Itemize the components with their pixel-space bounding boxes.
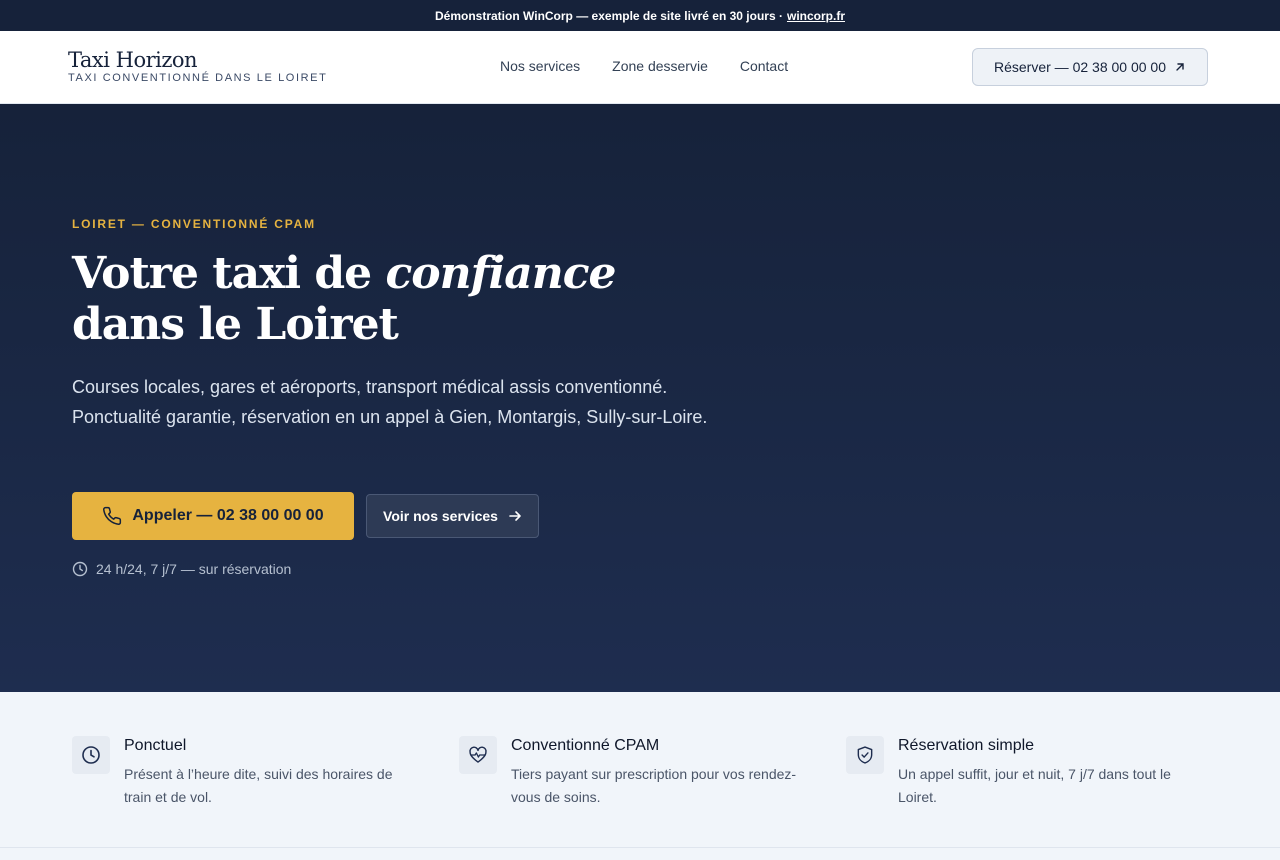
shield-check-icon [846, 736, 884, 774]
reserve-button[interactable]: Réserver — 02 38 00 00 00 [972, 48, 1208, 86]
feature-cpam: Conventionné CPAM Tiers payant sur presc… [459, 736, 799, 809]
feature-title: Réservation simple [898, 737, 1035, 754]
reserve-button-label: Réserver — 02 38 00 00 00 [994, 59, 1166, 75]
opening-hours: 24 h/24, 7 j/7 — sur réservation [72, 561, 291, 577]
hero-subtitle: Courses locales, gares et aéroports, tra… [72, 377, 708, 427]
brand-logo[interactable]: Taxi Horizon TAXI CONVENTIONNÉ DANS LE L… [68, 47, 327, 84]
phone-icon [103, 506, 122, 525]
feature-punctual: Ponctuel Présent à l’heure dite, suivi d… [72, 736, 412, 809]
feature-booking: Réservation simple Un appel suffit, jour… [846, 736, 1186, 809]
hero-title-emphasis: confiance [385, 248, 616, 299]
wincorp-link[interactable]: wincorp.fr [787, 9, 845, 23]
hero-eyebrow: LOIRET — CONVENTIONNÉ CPAM [72, 217, 316, 231]
announcement-bar: Démonstration WinCorp — exemple de site … [0, 0, 1280, 31]
call-button[interactable]: Appeler — 02 38 00 00 00 [72, 492, 354, 540]
hero-title-start: Votre taxi de [72, 248, 372, 299]
main-nav: Nos services Zone desservie Contact [500, 58, 788, 74]
hero-section: LOIRET — CONVENTIONNÉ CPAM Votre taxi de… [0, 104, 1280, 692]
arrow-up-right-icon [1176, 63, 1184, 71]
feature-title: Ponctuel [124, 737, 187, 754]
clock-icon [72, 561, 88, 577]
announcement-text: Démonstration WinCorp — exemple de site … [435, 8, 783, 23]
nav-item-zone[interactable]: Zone desservie [612, 58, 708, 74]
heart-pulse-icon [459, 736, 497, 774]
hero-title-end: dans le Loiret [72, 299, 399, 350]
services-button[interactable]: Voir nos services [366, 494, 539, 538]
feature-description: Un appel suffit, jour et nuit, 7 j/7 dan… [898, 766, 1171, 805]
brand-name: Taxi Horizon [68, 48, 198, 72]
feature-description: Présent à l’heure dite, suivi des horair… [124, 766, 393, 805]
call-button-label: Appeler — 02 38 00 00 00 [132, 507, 324, 524]
services-button-label: Voir nos services [383, 508, 498, 524]
arrow-right-icon [509, 511, 521, 521]
features-section: Ponctuel Présent à l’heure dite, suivi d… [0, 692, 1280, 848]
feature-title: Conventionné CPAM [511, 737, 660, 754]
feature-description: Tiers payant sur prescription pour vos r… [511, 766, 797, 805]
clock-icon [72, 736, 110, 774]
nav-item-contact[interactable]: Contact [740, 58, 788, 74]
nav-item-services[interactable]: Nos services [500, 58, 580, 74]
brand-tagline: TAXI CONVENTIONNÉ DANS LE LOIRET [68, 72, 328, 84]
hero-title: Votre taxi de confiance dans le Loiret [72, 248, 732, 350]
opening-hours-text: 24 h/24, 7 j/7 — sur réservation [96, 561, 292, 577]
site-header: Taxi Horizon TAXI CONVENTIONNÉ DANS LE L… [0, 31, 1280, 104]
